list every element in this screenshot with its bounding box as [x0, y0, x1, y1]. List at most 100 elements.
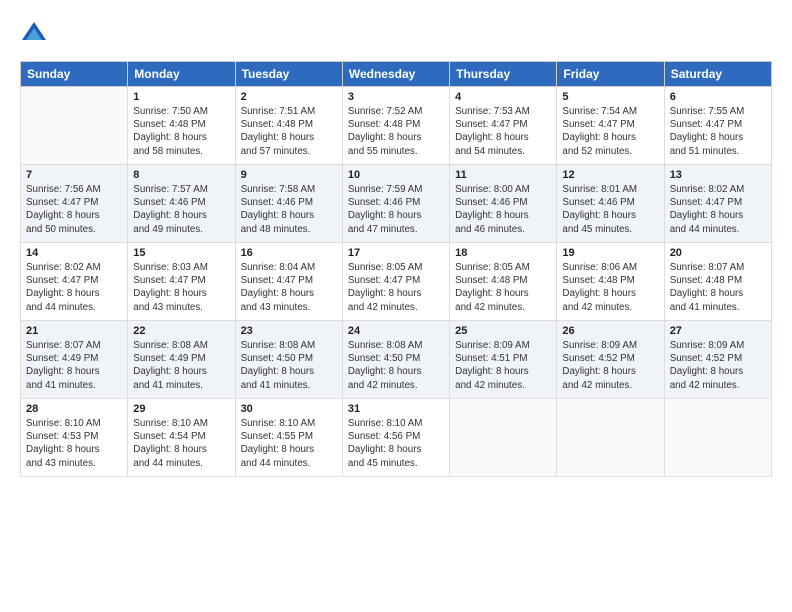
- day-number: 16: [241, 247, 337, 259]
- day-info: Sunrise: 7:55 AM Sunset: 4:47 PM Dayligh…: [670, 105, 766, 158]
- day-info: Sunrise: 7:58 AM Sunset: 4:46 PM Dayligh…: [241, 183, 337, 236]
- day-number: 8: [133, 169, 229, 181]
- day-number: 3: [348, 91, 444, 103]
- calendar-day-8: 8 Sunrise: 7:57 AM Sunset: 4:46 PM Daylig…: [128, 165, 235, 243]
- day-number: 23: [241, 325, 337, 337]
- day-number: 31: [348, 403, 444, 415]
- logo: [20, 20, 52, 53]
- calendar-day-25: 25 Sunrise: 8:09 AM Sunset: 4:51 PM Dayli…: [450, 321, 557, 399]
- calendar-day-18: 18 Sunrise: 8:05 AM Sunset: 4:48 PM Dayli…: [450, 243, 557, 321]
- calendar-day-6: 6Sunrise: 7:55 AM Sunset: 4:47 PM Daylig…: [664, 87, 771, 165]
- day-number: 21: [26, 325, 122, 337]
- calendar-day-27: 27 Sunrise: 8:09 AM Sunset: 4:52 PM Dayli…: [664, 321, 771, 399]
- weekday-header-row: SundayMondayTuesdayWednesdayThursdayFrid…: [21, 62, 772, 87]
- day-number: 4: [455, 91, 551, 103]
- weekday-header-wednesday: Wednesday: [342, 62, 449, 87]
- page-container: SundayMondayTuesdayWednesdayThursdayFrid…: [0, 0, 792, 487]
- day-info: Sunrise: 8:10 AM Sunset: 4:54 PM Dayligh…: [133, 417, 229, 470]
- day-number: 27: [670, 325, 766, 337]
- day-number: 7: [26, 169, 122, 181]
- calendar-day-16: 16 Sunrise: 8:04 AM Sunset: 4:47 PM Dayli…: [235, 243, 342, 321]
- day-info: Sunrise: 8:10 AM Sunset: 4:53 PM Dayligh…: [26, 417, 122, 470]
- calendar-day-13: 13 Sunrise: 8:02 AM Sunset: 4:47 PM Dayli…: [664, 165, 771, 243]
- day-number: 9: [241, 169, 337, 181]
- day-info: Sunrise: 8:10 AM Sunset: 4:56 PM Dayligh…: [348, 417, 444, 470]
- day-info: Sunrise: 8:05 AM Sunset: 4:47 PM Dayligh…: [348, 261, 444, 314]
- calendar-day-23: 23Sunrise: 8:08 AM Sunset: 4:50 PM Dayli…: [235, 321, 342, 399]
- calendar-week-row: 28Sunrise: 8:10 AM Sunset: 4:53 PM Dayli…: [21, 399, 772, 477]
- calendar-week-row: 21 Sunrise: 8:07 AM Sunset: 4:49 PM Dayli…: [21, 321, 772, 399]
- day-info: Sunrise: 8:10 AM Sunset: 4:55 PM Dayligh…: [241, 417, 337, 470]
- day-number: 13: [670, 169, 766, 181]
- day-number: 14: [26, 247, 122, 259]
- day-info: Sunrise: 8:07 AM Sunset: 4:48 PM Dayligh…: [670, 261, 766, 314]
- calendar-day-4: 4 Sunrise: 7:53 AM Sunset: 4:47 PM Daylig…: [450, 87, 557, 165]
- day-number: 17: [348, 247, 444, 259]
- day-number: 18: [455, 247, 551, 259]
- day-number: 29: [133, 403, 229, 415]
- day-info: Sunrise: 7:57 AM Sunset: 4:46 PM Dayligh…: [133, 183, 229, 236]
- day-number: 22: [133, 325, 229, 337]
- calendar-day-5: 5 Sunrise: 7:54 AM Sunset: 4:47 PM Daylig…: [557, 87, 664, 165]
- calendar-day-2: 2Sunrise: 7:51 AM Sunset: 4:48 PM Daylig…: [235, 87, 342, 165]
- calendar-week-row: 14 Sunrise: 8:02 AM Sunset: 4:47 PM Dayli…: [21, 243, 772, 321]
- calendar-week-row: 7 Sunrise: 7:56 AM Sunset: 4:47 PM Daylig…: [21, 165, 772, 243]
- calendar-day-30: 30 Sunrise: 8:10 AM Sunset: 4:55 PM Dayli…: [235, 399, 342, 477]
- day-info: Sunrise: 7:54 AM Sunset: 4:47 PM Dayligh…: [562, 105, 658, 158]
- calendar-week-row: 1 Sunrise: 7:50 AM Sunset: 4:48 PM Daylig…: [21, 87, 772, 165]
- day-info: Sunrise: 8:02 AM Sunset: 4:47 PM Dayligh…: [26, 261, 122, 314]
- calendar-day-21: 21 Sunrise: 8:07 AM Sunset: 4:49 PM Dayli…: [21, 321, 128, 399]
- calendar-day-19: 19Sunrise: 8:06 AM Sunset: 4:48 PM Dayli…: [557, 243, 664, 321]
- day-number: 25: [455, 325, 551, 337]
- weekday-header-thursday: Thursday: [450, 62, 557, 87]
- calendar-day-24: 24 Sunrise: 8:08 AM Sunset: 4:50 PM Dayli…: [342, 321, 449, 399]
- day-number: 19: [562, 247, 658, 259]
- day-info: Sunrise: 7:50 AM Sunset: 4:48 PM Dayligh…: [133, 105, 229, 158]
- day-number: 1: [133, 91, 229, 103]
- calendar-day-10: 10 Sunrise: 7:59 AM Sunset: 4:46 PM Dayli…: [342, 165, 449, 243]
- header: [20, 16, 772, 53]
- calendar-day-12: 12 Sunrise: 8:01 AM Sunset: 4:46 PM Dayli…: [557, 165, 664, 243]
- day-number: 20: [670, 247, 766, 259]
- day-info: Sunrise: 8:08 AM Sunset: 4:49 PM Dayligh…: [133, 339, 229, 392]
- day-number: 5: [562, 91, 658, 103]
- calendar-day-empty: [664, 399, 771, 477]
- day-info: Sunrise: 8:01 AM Sunset: 4:46 PM Dayligh…: [562, 183, 658, 236]
- calendar-day-empty: [557, 399, 664, 477]
- day-number: 11: [455, 169, 551, 181]
- day-info: Sunrise: 7:56 AM Sunset: 4:47 PM Dayligh…: [26, 183, 122, 236]
- day-number: 10: [348, 169, 444, 181]
- day-info: Sunrise: 8:05 AM Sunset: 4:48 PM Dayligh…: [455, 261, 551, 314]
- logo-icon: [20, 20, 48, 48]
- day-number: 12: [562, 169, 658, 181]
- calendar-day-empty: [21, 87, 128, 165]
- calendar-day-28: 28Sunrise: 8:10 AM Sunset: 4:53 PM Dayli…: [21, 399, 128, 477]
- calendar-day-26: 26 Sunrise: 8:09 AM Sunset: 4:52 PM Dayli…: [557, 321, 664, 399]
- day-info: Sunrise: 7:52 AM Sunset: 4:48 PM Dayligh…: [348, 105, 444, 158]
- calendar-day-7: 7 Sunrise: 7:56 AM Sunset: 4:47 PM Daylig…: [21, 165, 128, 243]
- day-number: 15: [133, 247, 229, 259]
- calendar-day-11: 11 Sunrise: 8:00 AM Sunset: 4:46 PM Dayli…: [450, 165, 557, 243]
- day-info: Sunrise: 7:53 AM Sunset: 4:47 PM Dayligh…: [455, 105, 551, 158]
- calendar-day-29: 29 Sunrise: 8:10 AM Sunset: 4:54 PM Dayli…: [128, 399, 235, 477]
- day-info: Sunrise: 8:02 AM Sunset: 4:47 PM Dayligh…: [670, 183, 766, 236]
- weekday-header-monday: Monday: [128, 62, 235, 87]
- day-info: Sunrise: 8:08 AM Sunset: 4:50 PM Dayligh…: [348, 339, 444, 392]
- day-number: 26: [562, 325, 658, 337]
- calendar-day-31: 31 Sunrise: 8:10 AM Sunset: 4:56 PM Dayli…: [342, 399, 449, 477]
- calendar-day-20: 20 Sunrise: 8:07 AM Sunset: 4:48 PM Dayli…: [664, 243, 771, 321]
- day-info: Sunrise: 8:09 AM Sunset: 4:52 PM Dayligh…: [562, 339, 658, 392]
- day-info: Sunrise: 8:07 AM Sunset: 4:49 PM Dayligh…: [26, 339, 122, 392]
- day-number: 30: [241, 403, 337, 415]
- calendar-day-22: 22 Sunrise: 8:08 AM Sunset: 4:49 PM Dayli…: [128, 321, 235, 399]
- calendar-day-3: 3 Sunrise: 7:52 AM Sunset: 4:48 PM Daylig…: [342, 87, 449, 165]
- day-info: Sunrise: 8:03 AM Sunset: 4:47 PM Dayligh…: [133, 261, 229, 314]
- day-info: Sunrise: 8:09 AM Sunset: 4:52 PM Dayligh…: [670, 339, 766, 392]
- day-info: Sunrise: 7:59 AM Sunset: 4:46 PM Dayligh…: [348, 183, 444, 236]
- day-info: Sunrise: 8:09 AM Sunset: 4:51 PM Dayligh…: [455, 339, 551, 392]
- weekday-header-saturday: Saturday: [664, 62, 771, 87]
- day-number: 24: [348, 325, 444, 337]
- weekday-header-tuesday: Tuesday: [235, 62, 342, 87]
- day-info: Sunrise: 8:04 AM Sunset: 4:47 PM Dayligh…: [241, 261, 337, 314]
- day-info: Sunrise: 8:00 AM Sunset: 4:46 PM Dayligh…: [455, 183, 551, 236]
